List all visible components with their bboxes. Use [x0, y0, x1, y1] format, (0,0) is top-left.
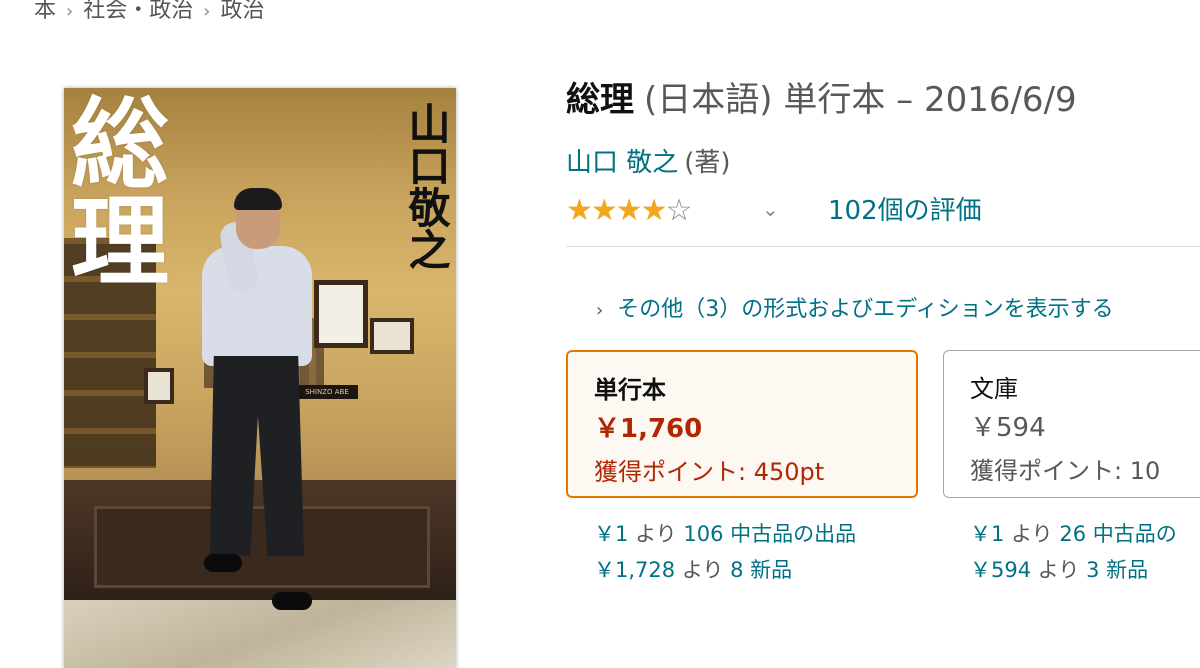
swatch-price: ￥594	[970, 413, 1046, 443]
breadcrumb: 本 › 社会・政治 › 政治	[34, 0, 264, 24]
used-offer-row: ￥1 より 26 中古品の	[970, 516, 1177, 552]
offer-from-label: より	[681, 558, 724, 582]
breadcrumb-item-society-politics[interactable]: 社会・政治	[83, 0, 193, 23]
breadcrumb-item-politics[interactable]: 政治	[220, 0, 264, 23]
swatch-points: 獲得ポイント: 10	[970, 457, 1161, 485]
offer-from-label: より	[1011, 522, 1053, 546]
used-offer-price-link[interactable]: ￥1	[970, 522, 1004, 546]
format-swatch-tankobon[interactable]: 単行本 ￥1,760 獲得ポイント: 450pt	[566, 350, 918, 498]
author-link[interactable]: 山口 敬之	[566, 148, 678, 178]
cover-figure-shoe	[272, 592, 312, 610]
cover-figure-shoe	[204, 554, 242, 572]
format-swatch-bunko[interactable]: 文庫 ￥594 獲得ポイント: 10	[943, 350, 1200, 498]
breadcrumb-chevron-icon: ›	[66, 1, 74, 22]
used-offer-count-link[interactable]: 106 中古品の出品	[683, 522, 856, 546]
author-role: (著)	[684, 148, 731, 178]
product-title: 総理 (日本語) 単行本 – 2016/6/9	[566, 72, 1077, 121]
swatch-price: ￥1,760	[594, 414, 703, 444]
breadcrumb-chevron-icon: ›	[203, 1, 211, 22]
new-offer-count-link[interactable]: 8 新品	[730, 558, 792, 582]
offer-from-label: より	[635, 522, 677, 546]
offer-from-label: より	[1037, 558, 1080, 582]
divider	[566, 246, 1200, 247]
cover-picture-frame	[314, 280, 368, 348]
new-offer-row: ￥594 より 3 新品	[970, 552, 1177, 588]
rating-chevron-down-icon[interactable]: ⌄	[762, 194, 779, 224]
used-offer-row: ￥1 より 106 中古品の出品	[594, 516, 856, 552]
swatch-format-label: 文庫	[970, 375, 1018, 403]
offers-tankobon: ￥1 より 106 中古品の出品 ￥1,728 より 8 新品	[594, 516, 856, 588]
used-offer-count-link[interactable]: 26 中古品の	[1059, 522, 1176, 546]
author-line: 山口 敬之 (著)	[566, 142, 731, 179]
swatch-format-label: 単行本	[594, 376, 666, 404]
star-rating-icon[interactable]: ★★★★☆	[566, 194, 692, 228]
cover-author-text: 山口敬之	[402, 102, 451, 270]
breadcrumb-item-books[interactable]: 本	[34, 0, 56, 23]
cover-figure-hair	[234, 188, 282, 210]
new-offer-row: ￥1,728 より 8 新品	[594, 552, 856, 588]
other-formats-row: › その他（3）の形式およびエディションを表示する	[596, 291, 1114, 323]
cover-picture-frame	[370, 318, 414, 354]
other-formats-link[interactable]: その他（3）の形式およびエディションを表示する	[617, 297, 1113, 322]
new-offer-price-link[interactable]: ￥1,728	[594, 558, 675, 582]
book-cover-image[interactable]: SHINZO ABE 総理 山口敬之	[64, 88, 456, 668]
product-title-detail: (日本語) 単行本 – 2016/6/9	[644, 80, 1077, 120]
rating-count-link[interactable]: 102個の評価	[828, 194, 982, 228]
new-offer-count-link[interactable]: 3 新品	[1086, 558, 1148, 582]
cover-nameplate: SHINZO ABE	[296, 385, 358, 399]
cover-picture-frame	[144, 368, 174, 404]
cover-figure-body	[202, 246, 312, 366]
product-title-main: 総理	[566, 80, 634, 120]
used-offer-price-link[interactable]: ￥1	[594, 522, 628, 546]
swatch-points: 獲得ポイント: 450pt	[594, 458, 825, 486]
cover-carpet	[64, 600, 456, 668]
chevron-right-icon: ›	[596, 300, 604, 321]
offers-bunko: ￥1 より 26 中古品の ￥594 より 3 新品	[970, 516, 1177, 588]
cover-title-text: 総理	[64, 92, 169, 288]
new-offer-price-link[interactable]: ￥594	[970, 558, 1031, 582]
cover-desk-panel	[94, 506, 430, 588]
